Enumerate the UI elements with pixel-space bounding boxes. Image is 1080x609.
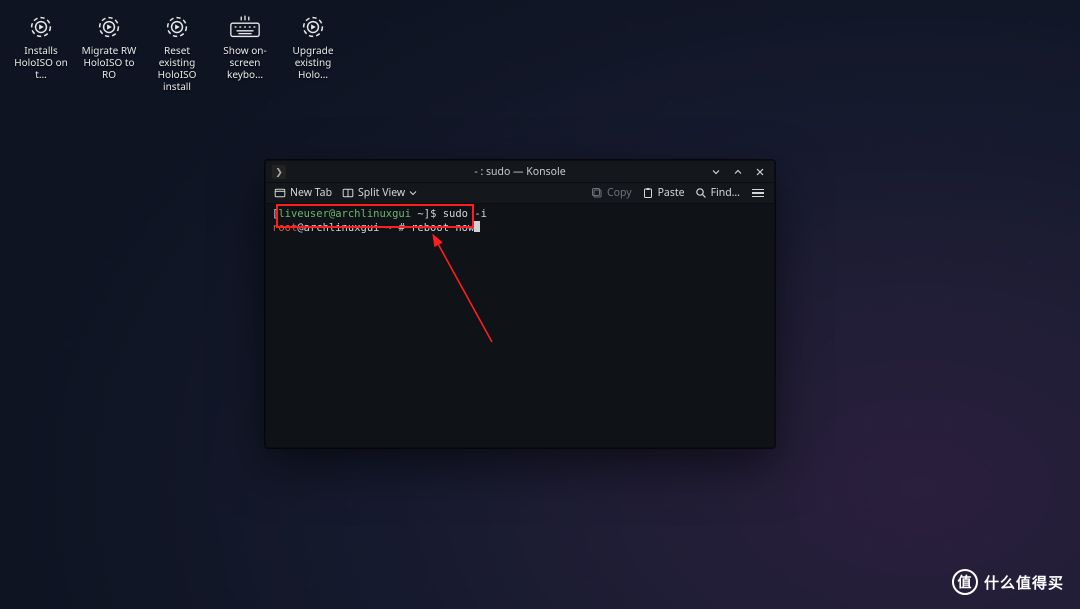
watermark-text: 什么值得买: [984, 572, 1064, 593]
gear-icon: [158, 12, 196, 42]
menu-button[interactable]: [750, 187, 766, 200]
desktop-icon-onscreen-keyboard[interactable]: Show on-screen keybo…: [214, 8, 276, 96]
new-tab-icon: [274, 187, 286, 199]
terminal-background-pattern: [266, 204, 774, 447]
window-titlebar[interactable]: ❯ - : sudo — Konsole: [266, 161, 774, 183]
gear-icon: [294, 12, 332, 42]
desktop-icon-row: Installs HoloISO on t… Migrate RW HoloIS…: [10, 8, 344, 96]
copy-icon: [591, 187, 603, 199]
konsole-window[interactable]: ❯ - : sudo — Konsole New Tab: [265, 160, 775, 448]
new-tab-label: New Tab: [290, 186, 332, 200]
cursor-icon: [474, 221, 480, 232]
desktop-icon-label: Installs HoloISO on t…: [10, 44, 72, 80]
desktop-icon-label: Reset existing HoloISO install: [146, 44, 208, 92]
chevron-down-icon: [711, 167, 721, 177]
new-tab-button[interactable]: New Tab: [274, 186, 332, 200]
desktop-icon-migrate-rw[interactable]: Migrate RW HoloISO to RO: [78, 8, 140, 96]
paste-button[interactable]: Paste: [642, 186, 685, 200]
chevron-up-icon: [733, 167, 743, 177]
paste-icon: [642, 187, 654, 199]
split-view-icon: [342, 187, 354, 199]
chevron-down-icon: [409, 189, 417, 197]
desktop-icon-label: Migrate RW HoloISO to RO: [78, 44, 140, 80]
find-label: Find…: [711, 186, 740, 200]
desktop-icon-label: Show on-screen keybo…: [214, 44, 276, 80]
find-button[interactable]: Find…: [695, 186, 740, 200]
window-controls: [706, 161, 770, 183]
desktop-icon-upgrade-holoiso[interactable]: Upgrade existing Holo…: [282, 8, 344, 96]
search-icon: [695, 187, 707, 199]
close-icon: [755, 167, 765, 177]
desktop-icon-label: Upgrade existing Holo…: [282, 44, 344, 80]
hamburger-icon: [752, 189, 764, 191]
close-button[interactable]: [750, 164, 770, 180]
konsole-toolbar: New Tab Split View Copy: [266, 183, 774, 204]
terminal-line: [liveuser@archlinuxgui ~]$ sudo -i: [272, 207, 768, 221]
terminal-area[interactable]: [liveuser@archlinuxgui ~]$ sudo -i root@…: [266, 204, 774, 447]
maximize-button[interactable]: [728, 164, 748, 180]
split-view-button[interactable]: Split View: [342, 186, 417, 200]
split-view-label: Split View: [358, 186, 405, 200]
copy-label: Copy: [607, 186, 632, 200]
copy-button[interactable]: Copy: [591, 186, 632, 200]
desktop-icon-install-holoiso[interactable]: Installs HoloISO on t…: [10, 8, 72, 96]
watermark: 值 什么值得买: [952, 569, 1064, 595]
terminal-icon: ❯: [272, 165, 286, 179]
watermark-badge-icon: 值: [952, 569, 978, 595]
window-title: - : sudo — Konsole: [266, 165, 774, 179]
paste-label: Paste: [658, 186, 685, 200]
keyboard-icon: [226, 12, 264, 42]
terminal-line: root@archlinuxgui ~ # reboot now: [272, 221, 768, 235]
gear-icon: [90, 12, 128, 42]
minimize-button[interactable]: [706, 164, 726, 180]
gear-icon: [22, 12, 60, 42]
desktop-icon-reset-holoiso[interactable]: Reset existing HoloISO install: [146, 8, 208, 96]
